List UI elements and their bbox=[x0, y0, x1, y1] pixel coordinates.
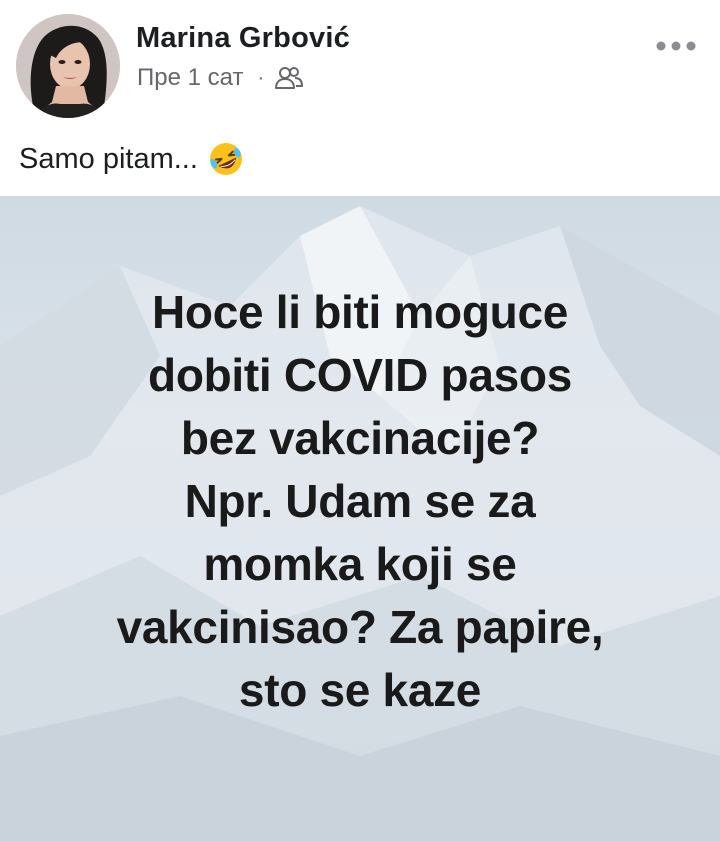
meme-caption: Hoce li biti moguce dobiti COVID pasos b… bbox=[0, 281, 720, 722]
meme-line: momka koji se bbox=[203, 538, 517, 590]
author-name[interactable]: Marina Grbović bbox=[136, 22, 350, 55]
meme-line: Npr. Udam se za bbox=[184, 475, 536, 527]
post-meta: Пре 1 сат · bbox=[137, 63, 304, 93]
meme-line: vakcinisao? Za papire, bbox=[116, 601, 604, 653]
post-text-content: Samo pitam... bbox=[19, 142, 198, 175]
post-text: Samo pitam... bbox=[19, 141, 244, 177]
meme-line: dobiti COVID pasos bbox=[148, 349, 572, 401]
friends-icon[interactable] bbox=[274, 65, 304, 91]
post-image[interactable]: Hoce li biti moguce dobiti COVID pasos b… bbox=[0, 196, 720, 841]
rolling-on-floor-laughing-emoji-icon bbox=[208, 141, 244, 177]
meme-line: sto se kaze bbox=[238, 664, 482, 716]
post-header: Marina Grbović Пре 1 сат · bbox=[0, 0, 720, 130]
meme-line: bez vakcinacije? bbox=[180, 412, 540, 464]
more-options-icon bbox=[656, 41, 696, 51]
meta-separator: · bbox=[257, 67, 265, 89]
avatar-photo bbox=[16, 14, 120, 118]
post-time[interactable]: Пре 1 сат bbox=[137, 64, 243, 92]
meme-line: Hoce li biti moguce bbox=[151, 286, 569, 338]
more-options-button[interactable] bbox=[652, 30, 700, 60]
avatar[interactable] bbox=[16, 14, 120, 118]
